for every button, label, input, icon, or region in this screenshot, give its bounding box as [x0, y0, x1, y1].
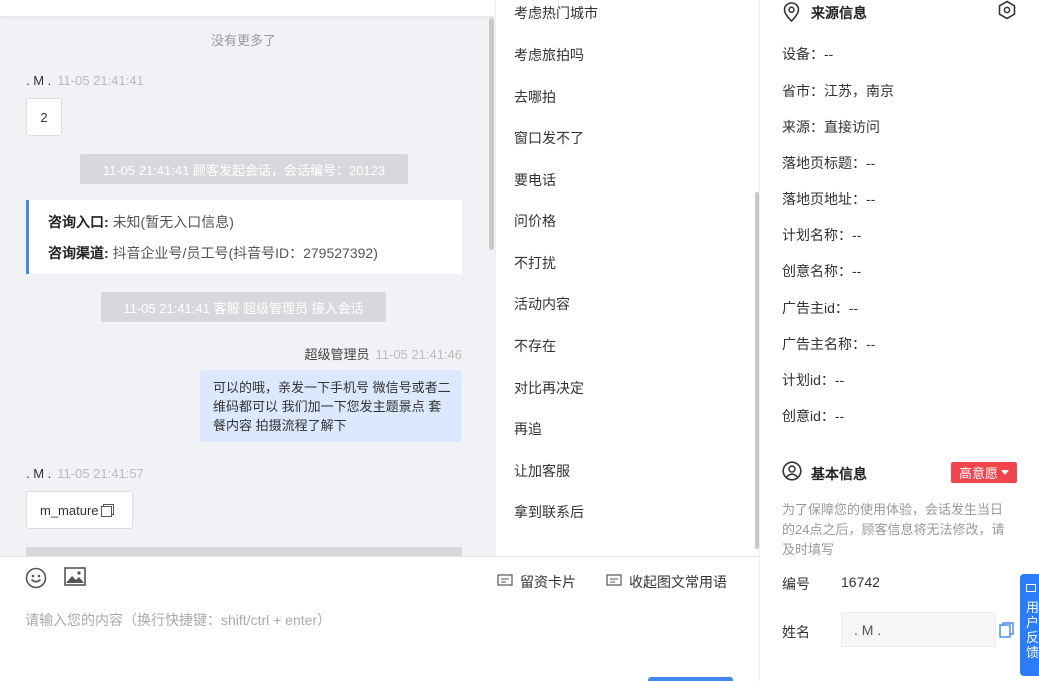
customer-sender-line: . M . 11-05 21:41:57 [26, 466, 144, 481]
source-landing-title: 落地页标题：-- [782, 155, 876, 171]
source-advertiser-name: 广告主名称：-- [782, 336, 876, 352]
phrase-item[interactable]: 考虑热门城市 [514, 3, 598, 23]
customer-message-bubble: 2 [26, 98, 62, 136]
message-input[interactable]: 请输入您的内容（换行快捷键：shift/ctrl + enter） [25, 610, 331, 630]
source-creative-name: 创意名称：-- [782, 263, 862, 279]
system-message-partial [26, 547, 462, 556]
phrase-item[interactable]: 要电话 [514, 170, 556, 190]
smile-icon[interactable] [25, 567, 47, 592]
message-text: m_mature [40, 502, 99, 518]
feedback-label: 用户反馈 [1026, 600, 1039, 660]
phrase-item[interactable]: 活动内容 [514, 294, 570, 314]
phrase-item[interactable]: 窗口发不了 [514, 128, 584, 148]
intent-label: 高意愿 [958, 466, 998, 481]
customer-name-value: . M . [854, 621, 882, 638]
source-landing-url: 落地页地址：-- [782, 191, 876, 207]
phrase-item[interactable]: 拿到联系后 [514, 502, 584, 522]
phrase-item[interactable]: 问价格 [514, 211, 556, 231]
consult-channel-label: 咨询渠道: [48, 245, 109, 261]
settings-icon[interactable] [997, 0, 1017, 23]
chat-scrollbar[interactable] [489, 18, 494, 250]
consult-channel-row: 咨询渠道: 抖音企业号/员工号(抖音号ID：279527392) [48, 243, 462, 274]
mail-icon [1026, 584, 1036, 592]
agent-message-bubble: 可以的哦，亲发一下手机号 微信号或者二维码都可以 我们加一下您发主题景点 套餐内… [200, 370, 462, 442]
source-creative-id: 创意id：-- [782, 408, 845, 424]
source-origin: 来源：直接访问 [782, 119, 880, 135]
customer-sender-line: . M . 11-05 21:41:41 [26, 73, 144, 88]
chat-panel: 没有更多了 . M . 11-05 21:41:41 2 11-05 21:41:… [0, 0, 495, 556]
customer-name-label: 姓名 [782, 624, 810, 640]
chat-top-bar [0, 0, 495, 16]
consult-entry-label: 咨询入口: [48, 214, 109, 230]
user-icon [782, 461, 802, 484]
lead-card-label: 留资卡片 [520, 574, 576, 590]
sender-name: . M . [26, 73, 52, 88]
source-plan-id: 计划id：-- [782, 372, 845, 388]
consult-info-card: 咨询入口: 未知(暂无入口信息) 咨询渠道: 抖音企业号/员工号(抖音号ID：2… [26, 200, 462, 274]
customer-message-bubble[interactable]: m_mature [26, 491, 133, 529]
copy-icon[interactable] [999, 622, 1014, 641]
send-button[interactable] [648, 677, 733, 681]
phrase-item[interactable]: 再追 [514, 419, 542, 439]
agent-message-time: 11-05 21:41:46 [375, 347, 463, 362]
feedback-tab[interactable]: 用户反馈 [1020, 574, 1039, 676]
no-more-text: 没有更多了 [210, 33, 276, 48]
phrase-item[interactable]: 让加客服 [514, 461, 570, 481]
consult-entry-value: 未知(暂无入口信息) [112, 214, 234, 230]
consult-entry-row: 咨询入口: 未知(暂无入口信息) [48, 212, 462, 243]
customer-id-label: 编号 [782, 576, 810, 592]
consult-channel-value: 抖音企业号/员工号(抖音号ID：279527392) [112, 245, 378, 261]
customer-name-input[interactable]: . M . [841, 612, 996, 647]
caret-down-icon [1001, 470, 1009, 475]
message-text: 2 [40, 109, 48, 125]
system-message-session-start: 11-05 21:41:41 顾客发起会话，会话编号：20123 [80, 154, 408, 184]
system-message-agent-join: 11-05 21:41:41 客服 超级管理员 接入会话 [101, 292, 386, 322]
customer-id-value: 16742 [841, 574, 880, 590]
message-time: 11-05 21:41:41 [57, 73, 144, 88]
copy-icon[interactable] [100, 505, 112, 517]
source-info-title: 来源信息 [811, 5, 867, 21]
edit-deadline-notice: 为了保障您的使用体验，会话发生当日的24点之后，顾客信息将无法修改，请及时填写 [782, 502, 1005, 557]
phrase-item[interactable]: 不打扰 [514, 253, 556, 273]
basic-info-title: 基本信息 [811, 466, 867, 482]
sender-name: . M . [26, 466, 52, 481]
phrase-item[interactable]: 考虑旅拍吗 [514, 45, 584, 65]
collapse-phrases-button[interactable]: 收起图文常用语 [606, 572, 727, 592]
image-icon[interactable] [64, 567, 86, 590]
source-plan-name: 计划名称：-- [782, 227, 862, 243]
phrase-item[interactable]: 对比再决定 [514, 378, 584, 398]
agent-name: 超级管理员 [304, 347, 370, 362]
message-time: 11-05 21:41:57 [57, 466, 144, 481]
phrase-item[interactable]: 去哪拍 [514, 87, 556, 107]
source-advertiser-id: 广告主id：-- [782, 300, 859, 316]
intent-dropdown[interactable]: 高意愿 [951, 462, 1017, 483]
source-device: 设备：-- [782, 46, 834, 62]
phrase-item[interactable]: 不存在 [514, 336, 556, 356]
message-icon [606, 573, 622, 591]
agent-sender-line: 超级管理员 11-05 21:41:46 [304, 344, 462, 363]
collapse-phrases-label: 收起图文常用语 [629, 574, 727, 590]
card-icon [497, 573, 513, 591]
lead-card-button[interactable]: 留资卡片 [497, 572, 576, 592]
source-province-city: 省市：江苏，南京 [782, 83, 894, 99]
location-pin-icon [783, 2, 800, 25]
